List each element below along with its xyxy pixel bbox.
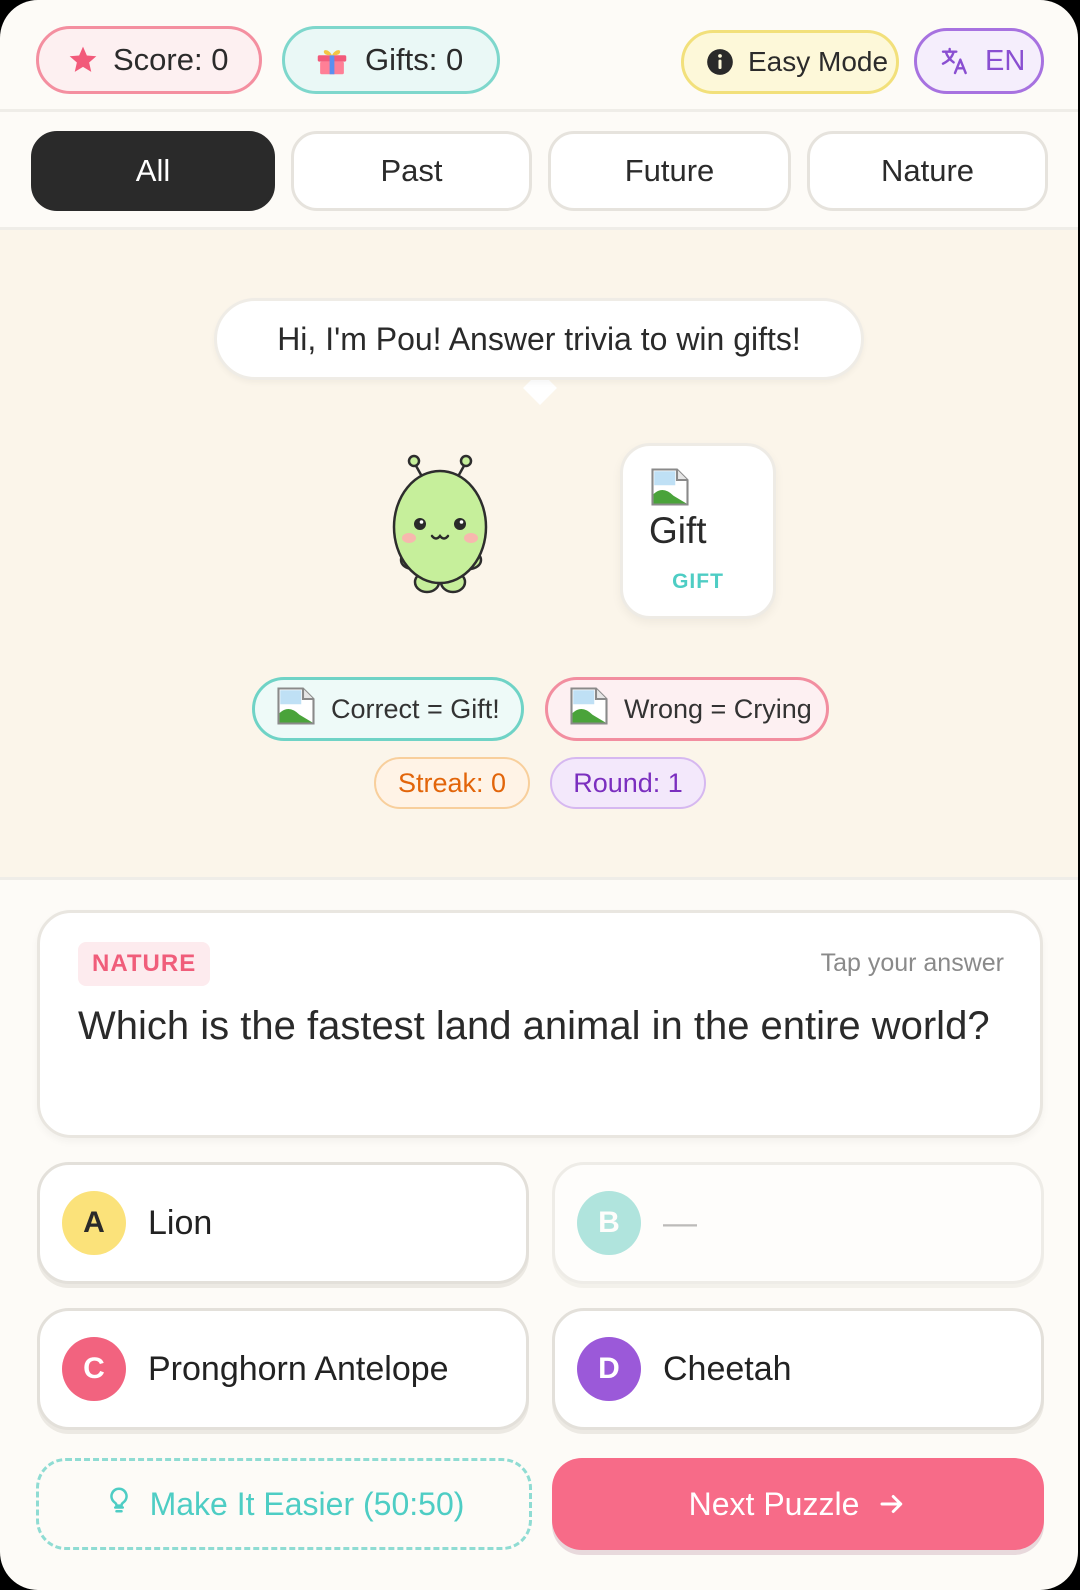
question-text: Which is the fastest land animal in the … xyxy=(78,1004,990,1048)
gift-tag: GIFT xyxy=(672,570,724,593)
answer-option-a[interactable]: A Lion xyxy=(37,1162,529,1284)
answer-label: Cheetah xyxy=(663,1349,792,1388)
easy-mode-label: Easy Mode xyxy=(748,46,889,77)
language-label: EN xyxy=(985,44,1026,77)
answer-option-d[interactable]: D Cheetah xyxy=(552,1308,1044,1430)
gifts-pill: Gifts: 0 xyxy=(282,26,500,94)
make-easier-button[interactable]: Make It Easier (50:50) xyxy=(36,1458,532,1550)
answer-label: Lion xyxy=(148,1203,213,1242)
next-puzzle-label: Next Puzzle xyxy=(688,1485,860,1522)
answer-label: Pronghorn Antelope xyxy=(148,1349,449,1388)
language-button[interactable]: EN xyxy=(914,28,1044,94)
tab-future[interactable]: Future xyxy=(548,131,791,211)
legend-wrong-label: Wrong = Crying xyxy=(624,693,812,724)
gift-image-alt: Gift xyxy=(649,510,707,551)
info-icon xyxy=(706,48,734,76)
legend-correct: Correct = Gift! xyxy=(252,677,524,741)
answer-letter: A xyxy=(62,1191,126,1255)
category-tabs: All Past Future Nature xyxy=(0,115,1078,230)
pou-character[interactable] xyxy=(385,452,495,597)
answer-letter: B xyxy=(577,1191,641,1255)
make-easier-label: Make It Easier (50:50) xyxy=(149,1485,465,1522)
speech-bubble: Hi, I'm Pou! Answer trivia to win gifts! xyxy=(214,298,864,380)
speech-text: Hi, I'm Pou! Answer trivia to win gifts! xyxy=(277,320,801,357)
answer-label: — xyxy=(663,1203,697,1242)
top-bar: Score: 0 Gifts: 0 Easy Mode EN xyxy=(0,0,1078,112)
answer-letter: C xyxy=(62,1337,126,1401)
arrow-right-icon xyxy=(877,1489,907,1519)
easy-mode-button[interactable]: Easy Mode xyxy=(681,30,899,94)
question-card: NATURE Tap your answer Which is the fast… xyxy=(37,910,1043,1138)
broken-image-icon xyxy=(275,685,317,734)
tap-hint: Tap your answer xyxy=(820,949,1004,977)
gift-card: Gift GIFT xyxy=(620,443,776,619)
answer-option-b[interactable]: B — xyxy=(552,1162,1044,1284)
score-label: Score: 0 xyxy=(113,42,229,77)
app-window: Score: 0 Gifts: 0 Easy Mode EN All Past … xyxy=(0,0,1078,1590)
legend-wrong: Wrong = Crying xyxy=(545,677,829,741)
pou-stage: Hi, I'm Pou! Answer trivia to win gifts! xyxy=(0,230,1078,880)
translate-icon xyxy=(939,45,971,77)
tab-nature[interactable]: Nature xyxy=(807,131,1048,211)
legend-correct-label: Correct = Gift! xyxy=(331,693,500,724)
round-badge: Round: 1 xyxy=(550,757,706,809)
score-pill: Score: 0 xyxy=(36,26,262,94)
gift-icon xyxy=(313,41,351,79)
broken-image-icon xyxy=(568,685,610,734)
tab-past[interactable]: Past xyxy=(291,131,532,211)
broken-image-icon xyxy=(649,466,691,513)
category-badge: NATURE xyxy=(78,942,211,986)
answer-letter: D xyxy=(577,1337,641,1401)
answer-option-c[interactable]: C Pronghorn Antelope xyxy=(37,1308,529,1430)
streak-badge: Streak: 0 xyxy=(374,757,530,809)
tab-all[interactable]: All xyxy=(31,131,275,211)
next-puzzle-button[interactable]: Next Puzzle xyxy=(552,1458,1044,1550)
gifts-label: Gifts: 0 xyxy=(365,42,464,77)
lightbulb-icon xyxy=(104,1485,134,1523)
star-icon xyxy=(67,44,99,76)
